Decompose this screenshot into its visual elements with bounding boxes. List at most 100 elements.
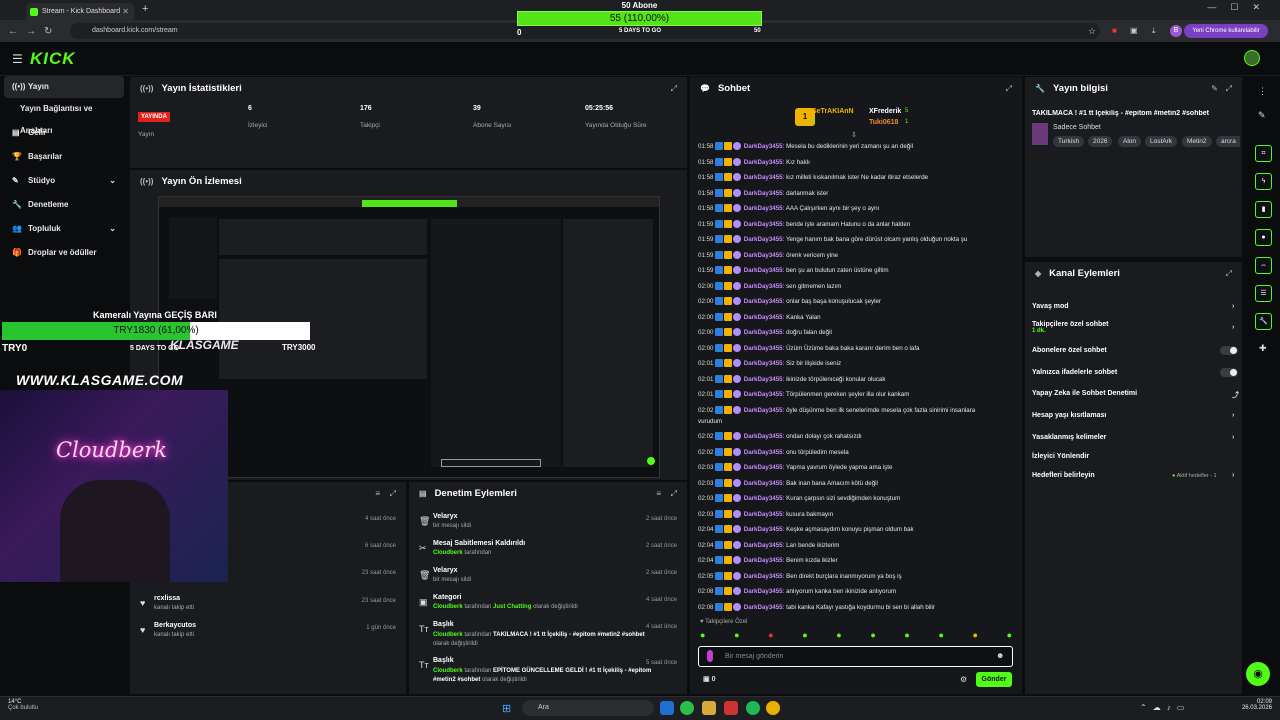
reload-icon[interactable]: ↻ bbox=[44, 26, 52, 37]
chat-username[interactable]: DarkDay3455 bbox=[744, 433, 783, 440]
filter-icon[interactable]: ≡ bbox=[375, 489, 380, 498]
edit-icon[interactable]: ✎ bbox=[1211, 84, 1218, 93]
raid-icon[interactable]: ⇔ bbox=[1255, 257, 1272, 274]
category-name[interactable]: Sadece Sohbet bbox=[1053, 124, 1101, 131]
chat-username[interactable]: DarkDay3455 bbox=[744, 480, 783, 487]
expand-icon[interactable]: ⤢ bbox=[671, 84, 677, 94]
chat-username[interactable]: DarkDay3455 bbox=[744, 236, 783, 243]
subscribers-only-toggle[interactable] bbox=[1220, 346, 1238, 355]
expand-icon[interactable]: ⤢ bbox=[1226, 84, 1232, 94]
emote-icon[interactable]: ● bbox=[700, 630, 705, 642]
chat-username[interactable]: DarkDay3455 bbox=[744, 407, 783, 414]
expand-icon[interactable]: ⤢ bbox=[390, 489, 396, 499]
chat-username[interactable]: DarkDay3455 bbox=[744, 391, 783, 398]
chat-username[interactable]: DarkDay3455 bbox=[744, 298, 783, 305]
close-tab-icon[interactable]: ✕ bbox=[122, 3, 129, 20]
taskbar-search[interactable]: Ara bbox=[522, 700, 654, 716]
profile-avatar[interactable]: B bbox=[1170, 25, 1182, 37]
chat-username[interactable]: DarkDay3455 bbox=[744, 495, 783, 502]
edge-icon[interactable] bbox=[660, 701, 674, 715]
clip-icon[interactable]: ▮ bbox=[1255, 201, 1272, 218]
user-avatar[interactable] bbox=[1244, 50, 1260, 66]
app-icon[interactable] bbox=[724, 701, 738, 715]
pin-icon[interactable]: ⇩ bbox=[851, 131, 857, 139]
top-gifter-3-name[interactable]: Tuki0618 bbox=[869, 119, 898, 126]
back-icon[interactable]: ← bbox=[8, 26, 18, 37]
sidebar-item-studyo[interactable]: ✎ Stüdyo ⌄ bbox=[4, 170, 124, 192]
emoji-icon[interactable]: ☻ bbox=[996, 651, 1004, 660]
account-age-item[interactable]: Hesap yaşı kısıtlaması › bbox=[1032, 412, 1234, 419]
emote-icon[interactable]: ● bbox=[973, 630, 978, 642]
tray-icons[interactable]: ⌃☁♪▭ bbox=[1140, 703, 1190, 712]
chat-username[interactable]: DarkDay3455 bbox=[744, 190, 783, 197]
sidebar-item-topluluk[interactable]: 👥 Topluluk ⌄ bbox=[4, 218, 124, 240]
sidebar-item-gelir[interactable]: ▤ Gelir bbox=[4, 122, 124, 144]
chat-username[interactable]: DarkDay3455 bbox=[744, 329, 783, 336]
emote-icon[interactable]: ● bbox=[904, 630, 909, 642]
weather-widget[interactable]: 14°C Çok bulutlu bbox=[8, 699, 38, 711]
chat-username[interactable]: DarkDay3455 bbox=[744, 143, 783, 150]
pen-icon[interactable]: ✎ bbox=[1258, 110, 1266, 121]
chat-username[interactable]: DarkDay3455 bbox=[744, 588, 783, 595]
tag-chip[interactable]: 2026 bbox=[1088, 136, 1113, 147]
chat-username[interactable]: DarkDay3455 bbox=[744, 205, 783, 212]
sidebar-item-denetleme[interactable]: 🔧 Denetleme bbox=[4, 194, 124, 216]
chat-username[interactable]: DarkDay3455 bbox=[744, 573, 783, 580]
windows-start-icon[interactable]: ⊞ bbox=[502, 702, 511, 715]
emote-only-toggle[interactable] bbox=[1220, 368, 1238, 377]
send-button[interactable]: Gönder bbox=[976, 672, 1012, 687]
chat-username[interactable]: DarkDay3455 bbox=[744, 174, 783, 181]
tool-icon[interactable]: 🔧 bbox=[1255, 313, 1272, 330]
emote-icon[interactable]: ● bbox=[836, 630, 841, 642]
expand-icon[interactable]: ⤢ bbox=[671, 489, 677, 499]
filter-icon[interactable]: ≡ bbox=[656, 489, 661, 498]
extension-icon[interactable]: ■ bbox=[1112, 26, 1117, 35]
sidebar-item-droplar[interactable]: 🎁 Droplar ve ödüller bbox=[4, 242, 124, 264]
set-goals-item[interactable]: Hedefleri belirleyin ● Aktif hedefler - 1… bbox=[1032, 472, 1234, 479]
chat-bubble-icon[interactable]: ● bbox=[1255, 229, 1272, 246]
whatsapp-icon[interactable] bbox=[680, 701, 694, 715]
top-gifter-2-name[interactable]: XFrederik bbox=[869, 108, 901, 115]
menu-icon[interactable]: ☰ bbox=[12, 52, 23, 66]
chat-username[interactable]: DarkDay3455 bbox=[744, 604, 783, 611]
channel-points[interactable]: ▣ 0 bbox=[703, 675, 715, 683]
emote-icon[interactable]: ● bbox=[734, 630, 739, 642]
chat-username[interactable]: DarkDay3455 bbox=[744, 283, 783, 290]
chat-username[interactable]: DarkDay3455 bbox=[744, 252, 783, 259]
bookmark-star-icon[interactable]: ☆ bbox=[1088, 26, 1096, 37]
tag-chip[interactable]: arcra bbox=[1216, 136, 1240, 147]
explorer-icon[interactable] bbox=[702, 701, 716, 715]
chat-username[interactable]: DarkDay3455 bbox=[744, 159, 783, 166]
more-icon[interactable]: ⋮ bbox=[1258, 86, 1267, 97]
chat-username[interactable]: DarkDay3455 bbox=[744, 464, 783, 471]
redirect-viewers-item[interactable]: İzleyici Yönlendir bbox=[1032, 453, 1089, 460]
sidebar-item-basarilar[interactable]: 🏆 Başarılar bbox=[4, 146, 124, 168]
chat-username[interactable]: DarkDay3455 bbox=[744, 345, 783, 352]
clock[interactable]: 02:09 26.03.2026 bbox=[1238, 699, 1272, 711]
chat-username[interactable]: DarkDay3455 bbox=[744, 449, 783, 456]
chat-username[interactable]: DarkDay3455 bbox=[744, 557, 783, 564]
chat-settings-icon[interactable]: ⚙ bbox=[960, 675, 967, 684]
chat-username[interactable]: DarkDay3455 bbox=[744, 221, 783, 228]
emote-icon[interactable]: ● bbox=[1007, 630, 1012, 642]
tag-chip[interactable]: LostArk bbox=[1145, 136, 1178, 147]
update-chrome-button[interactable]: Yeni Chrome kullanılabilir bbox=[1184, 24, 1268, 38]
chat-username[interactable]: DarkDay3455 bbox=[744, 360, 783, 367]
emote-icon[interactable]: ● bbox=[802, 630, 807, 642]
ai-moderation-item[interactable]: Yapay Zeka ile Sohbet Denetimi ⤴ bbox=[1032, 390, 1239, 399]
slow-mode-item[interactable]: Yavaş mod › bbox=[1032, 303, 1234, 310]
new-tab-icon[interactable]: + bbox=[142, 3, 148, 15]
chat-username[interactable]: DarkDay3455 bbox=[744, 526, 783, 533]
mic-icon[interactable] bbox=[707, 650, 713, 662]
extensions-puzzle-icon[interactable]: ▣ bbox=[1130, 26, 1138, 35]
chat-username[interactable]: DarkDay3455 bbox=[744, 511, 783, 518]
download-icon[interactable]: ⤓ bbox=[1152, 26, 1156, 36]
help-chat-icon[interactable]: ◉ bbox=[1246, 662, 1270, 686]
add-action-icon[interactable]: ✚ bbox=[1259, 343, 1267, 354]
browser-tab[interactable]: Stream - Kick Dashboard ✕ bbox=[26, 3, 134, 20]
chat-username[interactable]: DarkDay3455 bbox=[744, 267, 783, 274]
window-controls[interactable]: —☐✕ bbox=[1207, 2, 1274, 13]
spotify-icon[interactable] bbox=[746, 701, 760, 715]
chat-username[interactable]: DarkDay3455 bbox=[744, 376, 783, 383]
expand-icon[interactable]: ⤢ bbox=[1226, 269, 1232, 279]
